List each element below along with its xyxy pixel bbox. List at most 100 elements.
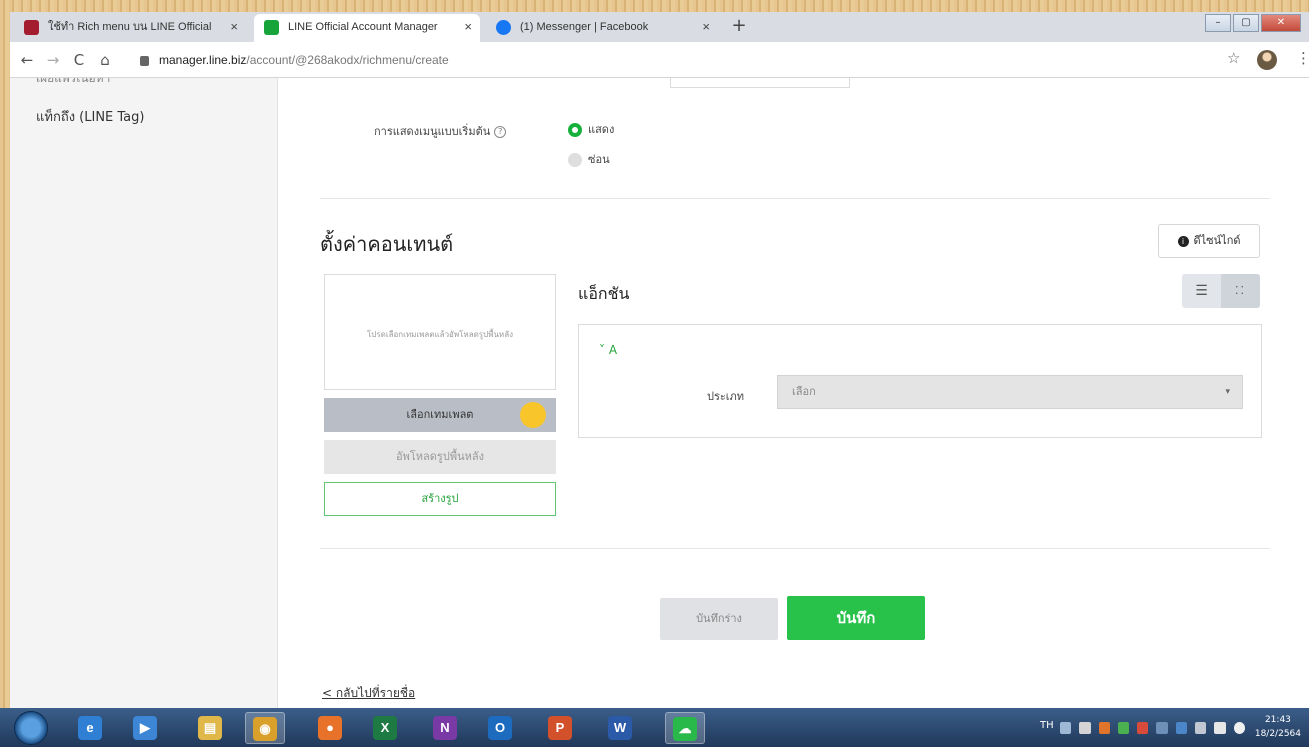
page-favicon-icon	[24, 20, 39, 35]
explorer-taskbar-icon[interactable]: ▤	[190, 712, 230, 744]
tray-app-icon[interactable]	[1175, 722, 1188, 734]
onenote-icon: N	[433, 716, 457, 740]
chrome-taskbar-icon[interactable]: ◉	[245, 712, 285, 744]
cursor-highlight	[520, 402, 546, 428]
tab-close-icon[interactable]: ×	[702, 14, 710, 40]
outlook-taskbar-icon[interactable]: O	[480, 712, 520, 744]
upload-background-button[interactable]: อัพโหลดรูปพื้นหลัง	[324, 440, 556, 474]
media-taskbar-icon[interactable]: ▶	[125, 712, 165, 744]
tab-title: LINE Official Account Manager	[288, 21, 438, 33]
home-icon[interactable]: ⌂	[94, 49, 116, 71]
word-taskbar-icon[interactable]: W	[600, 712, 640, 744]
save-button[interactable]: บันทึก	[787, 596, 925, 640]
list-view-icon[interactable]: ☰	[1182, 274, 1221, 308]
info-icon: i	[1177, 235, 1189, 247]
save-draft-button[interactable]: บันทึกร่าง	[660, 598, 778, 640]
preview-hint: โปรดเลือกเทมเพลตแล้วอัพโหลดรูปพื้นหลัง	[366, 330, 514, 339]
url-path: /account/@268akodx/richmenu/create	[246, 53, 449, 67]
create-image-button[interactable]: สร้างรูป	[324, 482, 556, 516]
tab-close-icon[interactable]: ×	[464, 14, 472, 40]
tab-messenger[interactable]: (1) Messenger | Facebook ×	[486, 14, 718, 42]
line-favicon-icon	[264, 20, 279, 35]
tray-app-icon[interactable]	[1195, 722, 1207, 734]
window-controls: – ▢ ✕	[1205, 14, 1301, 32]
chevron-down-icon: ▾	[1225, 387, 1230, 397]
tray-app-icon[interactable]	[1137, 722, 1149, 734]
default-display-label: การแสดงเมนูแบบเริ่มต้น?	[374, 122, 507, 140]
line-taskbar-icon[interactable]: ☁	[665, 712, 705, 744]
back-to-list-link[interactable]: < กลับไปที่รายชื่อ	[322, 684, 415, 703]
onenote-taskbar-icon[interactable]: N	[425, 712, 465, 744]
battery-icon[interactable]	[1214, 722, 1226, 734]
firefox-icon: ●	[318, 716, 342, 740]
view-toggle: ☰ ⁚⁚	[1182, 274, 1260, 308]
language-indicator[interactable]: TH	[1040, 720, 1054, 731]
content-section-title: ตั้งค่าคอนเทนต์	[320, 232, 454, 256]
browser-menu-icon[interactable]: ⋮	[1296, 49, 1309, 67]
explorer-icon: ▤	[198, 716, 222, 740]
excel-taskbar-icon[interactable]: X	[365, 712, 405, 744]
facebook-favicon-icon	[496, 20, 511, 35]
action-title: แอ็กชัน	[578, 284, 630, 303]
close-window-button[interactable]: ✕	[1261, 14, 1301, 32]
maximize-button[interactable]: ▢	[1233, 14, 1259, 32]
outlook-icon: O	[488, 716, 512, 740]
media-icon: ▶	[133, 716, 157, 740]
divider	[320, 198, 1270, 199]
main-panel: การแสดงเมนูแบบเริ่มต้น? แสดง ซ่อน ตั้งค่…	[278, 78, 1309, 708]
volume-icon[interactable]	[1233, 722, 1245, 734]
word-icon: W	[608, 716, 632, 740]
forward-arrow-icon[interactable]: →	[42, 49, 64, 71]
tab-strip: ใช้ทำ Rich menu บน LINE Official × LINE …	[10, 12, 1309, 42]
browser-toolbar: ← → C ⌂ manager.line.biz/account/@268ako…	[10, 42, 1309, 78]
type-label: ประเภท	[707, 390, 745, 403]
sidebar-item-line-tag[interactable]: แท็กถึง (LINE Tag)	[36, 106, 144, 127]
network-icon[interactable]	[1079, 722, 1091, 734]
firefox-taskbar-icon[interactable]: ●	[310, 712, 350, 744]
excel-icon: X	[373, 716, 397, 740]
previous-field	[670, 78, 850, 88]
type-select[interactable]: เลือก ▾	[777, 375, 1243, 409]
reload-icon[interactable]: C	[68, 49, 90, 71]
sidebar-item-cut[interactable]: เผยแพร่เนื้อหา	[36, 78, 110, 88]
sidebar: เผยแพร่เนื้อหา แท็กถึง (LINE Tag)	[10, 78, 278, 708]
menu-preview: โปรดเลือกเทมเพลตแล้วอัพโหลดรูปพื้นหลัง	[324, 274, 556, 390]
tab-title: (1) Messenger | Facebook	[520, 21, 649, 33]
radio-show[interactable]: แสดง	[568, 120, 614, 138]
clock[interactable]: 21:43 18/2/2564	[1255, 713, 1301, 741]
bookmark-star-icon[interactable]: ☆	[1227, 49, 1240, 67]
radio-checked-icon	[568, 123, 582, 137]
ie-taskbar-icon[interactable]: e	[70, 712, 110, 744]
address-bar[interactable]: manager.line.biz/account/@268akodx/richm…	[140, 49, 1220, 71]
tab-close-icon[interactable]: ×	[230, 14, 238, 40]
chrome-icon: ◉	[253, 717, 277, 741]
ie-icon: e	[78, 716, 102, 740]
design-guide-button[interactable]: i ดีไซน์ไกด์	[1158, 224, 1260, 258]
powerpoint-taskbar-icon[interactable]: P	[540, 712, 580, 744]
tray-app-icon[interactable]	[1098, 722, 1110, 734]
profile-avatar[interactable]	[1257, 50, 1277, 70]
powerpoint-icon: P	[548, 716, 572, 740]
tab-rich-menu[interactable]: ใช้ทำ Rich menu บน LINE Official ×	[14, 14, 246, 42]
divider	[320, 548, 1270, 549]
tab-title: ใช้ทำ Rich menu บน LINE Official	[48, 21, 212, 33]
grid-view-icon[interactable]: ⁚⁚	[1221, 274, 1260, 308]
help-icon[interactable]: ?	[494, 126, 507, 138]
back-arrow-icon[interactable]: ←	[16, 49, 38, 71]
area-a-toggle[interactable]: ˅ A	[599, 343, 617, 357]
tray-app-icon[interactable]	[1156, 722, 1168, 734]
lock-icon	[140, 55, 149, 66]
minimize-button[interactable]: –	[1205, 14, 1231, 32]
tray-app-icon[interactable]	[1117, 722, 1130, 734]
start-button[interactable]	[14, 711, 48, 745]
radio-unchecked-icon	[568, 153, 582, 167]
tray-arrow-icon[interactable]	[1060, 722, 1072, 734]
tab-line-manager[interactable]: LINE Official Account Manager ×	[254, 14, 480, 42]
radio-hide[interactable]: ซ่อน	[568, 150, 610, 168]
page-content: เผยแพร่เนื้อหา แท็กถึง (LINE Tag) การแสด…	[10, 78, 1309, 708]
system-tray	[1060, 722, 1245, 734]
url-host: manager.line.biz	[159, 53, 247, 67]
taskbar: e ▶ ▤ ◉ ● X N O P W ☁ TH 21:43 18/2/2564	[0, 708, 1309, 747]
action-area-panel: ˅ A ประเภท เลือก ▾	[578, 324, 1262, 438]
new-tab-button[interactable]: +	[728, 16, 750, 38]
